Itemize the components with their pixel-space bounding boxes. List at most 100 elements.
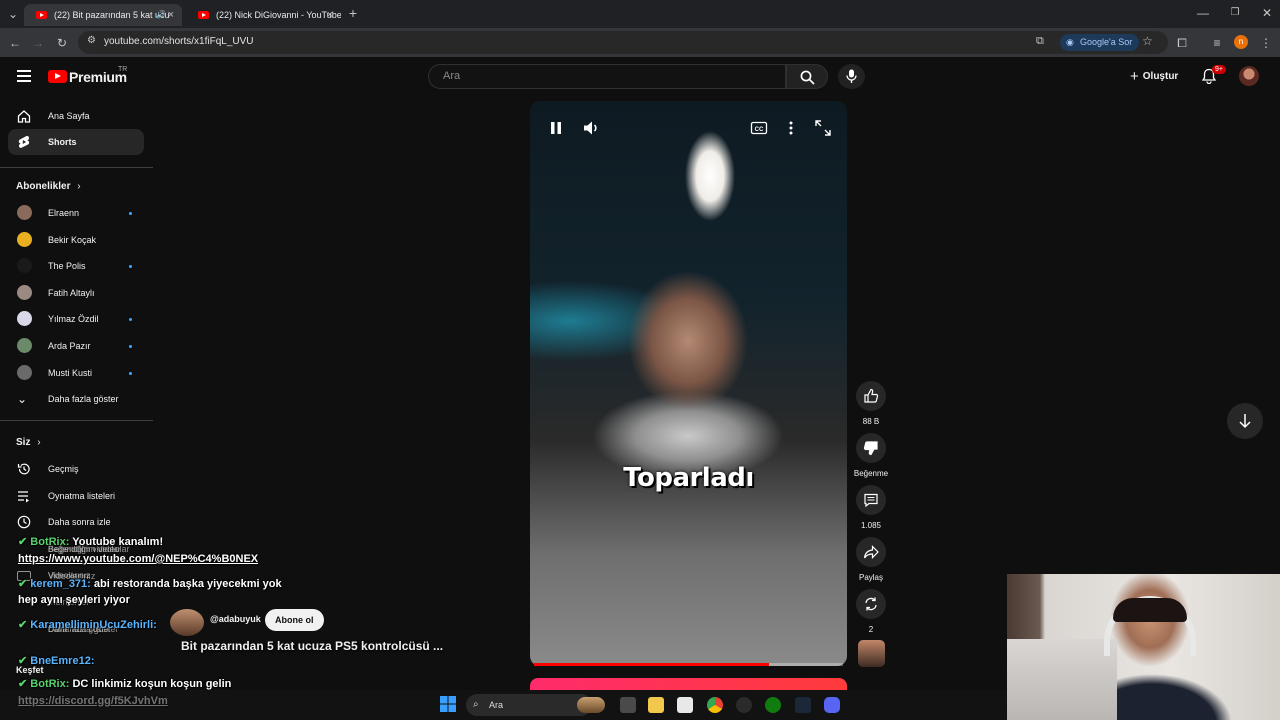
sidebar-subscription-item[interactable]: Bekir Koçak — [8, 227, 144, 253]
subscriptions-title[interactable]: Abonelikler › — [16, 181, 81, 192]
voice-search-button[interactable] — [838, 64, 865, 89]
chat-message: ✔ BneEmre12: — [18, 654, 94, 667]
speaker-icon[interactable]: 🔊 — [156, 4, 166, 26]
close-tab-icon[interactable]: × — [168, 4, 174, 26]
task-view-icon[interactable] — [620, 697, 636, 713]
home-icon — [17, 110, 31, 123]
chat-message: hep aynı şeyleri yiyor — [18, 594, 130, 606]
account-avatar[interactable] — [1239, 66, 1259, 86]
video-title[interactable]: Bit pazarından 5 kat ucuza PS5 kontrolcü… — [181, 639, 443, 653]
comments-button[interactable]: 1.085 — [852, 485, 890, 530]
google-ask-button[interactable]: ◉ Google'a Sor — [1060, 34, 1140, 51]
channel-avatar — [17, 258, 32, 274]
close-tab-icon[interactable]: × — [327, 4, 333, 26]
search-button[interactable] — [786, 64, 828, 89]
remix-button[interactable]: 2 — [852, 589, 890, 634]
sidebar-item-label: Shorts — [48, 137, 77, 147]
sidebar-subscription-item[interactable]: The Polis — [8, 253, 144, 279]
close-window-icon[interactable]: ✕ — [1260, 6, 1274, 20]
sidebar-item-home[interactable]: Ana Sayfa — [8, 103, 144, 129]
chat-message: ✔ BotRix: DC linkimiz koşun koşun gelin — [18, 677, 231, 690]
taskbar-search-highlight-icon[interactable] — [577, 697, 605, 713]
subscription-name: Elraenn — [48, 208, 80, 218]
windows-start-icon[interactable] — [440, 696, 456, 712]
plus-icon: + — [1130, 68, 1139, 85]
youtube-favicon-icon — [198, 11, 209, 19]
xbox-icon[interactable] — [765, 697, 781, 713]
bookmark-star-icon[interactable]: ☆ — [1142, 34, 1153, 48]
calculator-icon[interactable] — [677, 697, 693, 713]
taskbar-search[interactable]: ⌕ Ara — [466, 694, 592, 716]
new-content-dot — [129, 265, 132, 269]
new-tab-button[interactable]: + — [346, 6, 360, 20]
browser-tab[interactable]: (22) Nick DiGiovanni - YouTube × — [186, 4, 341, 26]
channel-avatar[interactable] — [170, 609, 204, 636]
forward-icon[interactable]: → — [31, 36, 45, 50]
history-icon — [17, 463, 30, 475]
sidebar-item-history[interactable]: Geçmiş — [8, 456, 144, 482]
more-options-icon[interactable] — [782, 119, 800, 137]
sidebar-subscription-item[interactable]: Musti Kusti — [8, 360, 144, 386]
tab-search-button[interactable]: ⌄ — [6, 7, 20, 21]
discord-icon[interactable] — [824, 697, 840, 713]
profile-avatar[interactable]: n — [1234, 35, 1248, 49]
fullscreen-icon[interactable] — [814, 119, 832, 137]
chat-username: kerem_371: — [30, 578, 91, 590]
new-content-dot — [129, 371, 132, 375]
channel-avatar — [17, 364, 32, 380]
chrome-icon[interactable] — [707, 697, 723, 713]
github-icon[interactable] — [736, 697, 752, 713]
site-info-icon[interactable]: ⚙ — [87, 35, 96, 46]
minimize-icon[interactable]: — — [1196, 6, 1210, 20]
steam-icon[interactable] — [795, 697, 811, 713]
like-button[interactable]: 88 B — [852, 381, 890, 426]
cast-icon[interactable]: ⧉ — [1036, 35, 1044, 48]
create-button[interactable]: + Oluştur — [1130, 68, 1178, 85]
url-text[interactable]: youtube.com/shorts/x1fiFqL_UVU — [104, 36, 254, 47]
you-section-title[interactable]: Siz › — [16, 437, 41, 448]
shorts-video-player[interactable]: CC Toparladı — [530, 101, 847, 666]
subscribe-button[interactable]: Abone ol — [265, 609, 324, 631]
chat-link[interactable]: https://www.youtube.com/@NEP%C4%B0NEX — [18, 553, 258, 565]
volume-icon[interactable] — [582, 119, 600, 137]
chat-username: KaramelliminUcuZehirli: — [30, 619, 157, 631]
restore-icon[interactable]: ❐ — [1228, 6, 1242, 20]
next-short-button[interactable] — [1227, 403, 1263, 439]
next-short-preview[interactable] — [530, 678, 847, 690]
sidebar-subscription-item[interactable]: Yılmaz Özdil — [8, 306, 144, 332]
sidebar-item-shorts[interactable]: Shorts — [8, 129, 144, 155]
search-input[interactable]: Ara — [428, 64, 786, 89]
remix-count: 2 — [868, 625, 874, 634]
share-button[interactable]: Paylaş — [852, 537, 890, 582]
sidebar-item-watch-later[interactable]: Daha sonra izle — [8, 509, 144, 535]
captions-icon[interactable]: CC — [750, 119, 768, 137]
menu-icon[interactable] — [17, 70, 31, 82]
sidebar-subscription-item[interactable]: Arda Pazır — [8, 333, 144, 359]
chrome-menu-icon[interactable]: ⋮ — [1259, 36, 1273, 50]
sidebar-item-playlists[interactable]: Oynatma listeleri — [8, 483, 144, 509]
chat-text: Youtube kanalım! — [69, 536, 164, 548]
sidebar-subscription-item[interactable]: Elraenn — [8, 200, 144, 226]
channel-handle[interactable]: @adabuyuk — [210, 614, 261, 624]
chat-message: ✔ BotRix: Youtube kanalım! — [18, 535, 163, 548]
browser-tab-active[interactable]: (22) Bit pazarından 5 kat ucu 🔊 × — [24, 4, 182, 26]
chat-username: BotRix: — [30, 536, 70, 548]
video-caption: Toparladı — [623, 463, 754, 493]
taskbar-search-label: Ara — [489, 700, 504, 710]
sidebar-item-label: Ana Sayfa — [48, 111, 90, 121]
dislike-label: Beğenme — [853, 469, 889, 478]
pause-icon[interactable] — [547, 119, 565, 137]
reload-icon[interactable]: ↻ — [55, 36, 69, 50]
youtube-logo-icon[interactable] — [48, 70, 67, 83]
media-controls-icon[interactable]: ≡ — [1210, 36, 1224, 50]
sidebar-show-more-subscriptions[interactable]: ⌄ Daha fazla göster — [8, 386, 144, 412]
video-progress-bar[interactable] — [534, 663, 843, 666]
tab-title: (22) Nick DiGiovanni - YouTube — [216, 10, 341, 20]
omnibox[interactable]: ⚙ youtube.com/shorts/x1fiFqL_UVU ⧉ ◉ Goog… — [78, 31, 1168, 54]
file-explorer-icon[interactable] — [648, 697, 664, 713]
sidebar-subscription-item[interactable]: Fatih Altaylı — [8, 280, 144, 306]
extensions-icon[interactable]: ⧠ — [1175, 36, 1189, 50]
channel-thumbnail[interactable] — [858, 640, 885, 667]
back-icon[interactable]: ← — [8, 36, 22, 50]
dislike-button[interactable]: Beğenme — [852, 433, 890, 478]
